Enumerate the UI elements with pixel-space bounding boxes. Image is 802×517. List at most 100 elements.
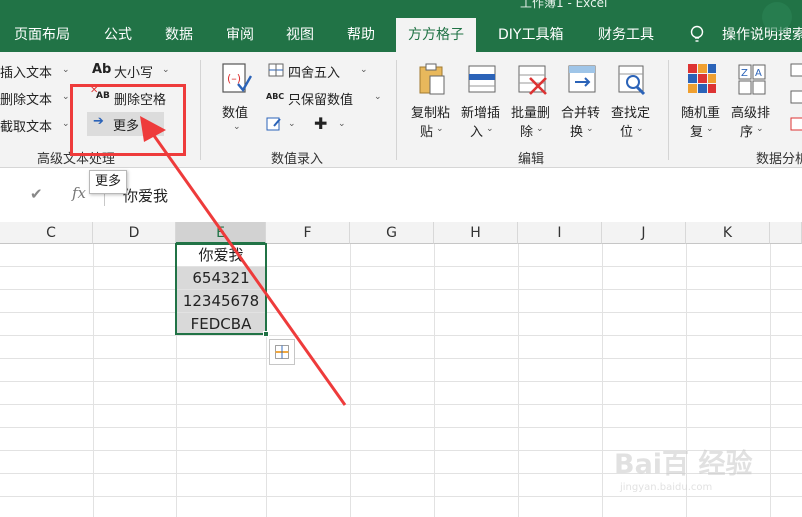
merge-convert-icon — [568, 65, 596, 93]
chevron-down-icon: ⌄ — [288, 119, 296, 129]
chevron-down-icon: ⌄ — [360, 65, 368, 75]
keep-values-icon: ABC — [266, 92, 285, 101]
group-label-data: 数据分析 — [756, 152, 802, 167]
annotation-highlight-box — [70, 84, 186, 156]
insert-text-button[interactable]: 插入文本 — [0, 62, 52, 81]
round-button[interactable]: 四舍五入 — [288, 62, 340, 81]
column-header[interactable]: G — [350, 222, 434, 244]
random-repeat-button-line2: 复 — [690, 125, 704, 140]
column-header[interactable] — [770, 222, 802, 244]
column-header[interactable]: K — [686, 222, 770, 244]
chevron-down-icon: ⌄ — [536, 124, 544, 134]
find-locate-icon — [618, 65, 646, 96]
lightbulb-icon — [690, 25, 704, 42]
chevron-down-icon: ⌄ — [233, 122, 241, 132]
plus-icon[interactable]: ✚ — [314, 114, 327, 133]
case-icon: Ab — [92, 62, 112, 77]
chevron-down-icon: ⌄ — [162, 65, 170, 75]
tab-page-layout[interactable]: 页面布局 — [14, 18, 70, 52]
window-title: 工作簿1 - Excel — [520, 0, 608, 10]
group-label-number: 数值录入 — [271, 152, 324, 167]
extract-text-button[interactable]: 截取文本 — [0, 116, 52, 135]
case-button[interactable]: 大小写 — [114, 62, 153, 81]
keep-values-button[interactable]: 只保留数值 — [288, 89, 353, 108]
tab-review[interactable]: 审阅 — [226, 18, 254, 52]
column-header[interactable]: F — [266, 222, 350, 244]
selection-border — [175, 243, 267, 335]
svg-text:A: A — [755, 68, 762, 79]
batch-delete-icon — [518, 65, 547, 95]
logo-icon — [762, 2, 792, 32]
grid-line — [0, 358, 802, 359]
grid-line — [0, 427, 802, 428]
chevron-down-icon: ⌄ — [338, 119, 346, 129]
find-locate-button[interactable]: 查找定 — [611, 102, 650, 121]
new-insert-icon — [468, 65, 496, 93]
quick-analysis-icon[interactable] — [269, 339, 295, 365]
ribbon-tab-bar: 工作簿1 - Excel 页面布局 公式 数据 审阅 视图 帮助 方方格子 DI… — [0, 0, 802, 52]
checkmark-icon[interactable]: ✔ — [30, 185, 43, 203]
chevron-down-icon: ⌄ — [62, 92, 70, 102]
table-icon[interactable] — [790, 62, 802, 78]
merge-convert-button[interactable]: 合并转 — [561, 102, 600, 121]
advanced-sort-button[interactable]: 高级排 — [731, 102, 770, 121]
column-header[interactable]: C — [10, 222, 93, 244]
grid-line — [0, 312, 802, 313]
tab-data[interactable]: 数据 — [165, 18, 193, 52]
copy-paste-button-line2: 贴 — [420, 125, 434, 140]
value-button[interactable]: 数值 — [222, 102, 248, 121]
copy-paste-button[interactable]: 复制粘 — [411, 102, 450, 121]
chevron-down-icon: ⌄ — [62, 65, 70, 75]
group-divider — [668, 60, 669, 160]
column-header-selected[interactable]: E — [176, 222, 266, 244]
delete-text-button[interactable]: 删除文本 — [0, 89, 52, 108]
table-icon[interactable] — [790, 89, 802, 105]
sort-icon: Z A — [738, 64, 766, 95]
column-header[interactable]: J — [602, 222, 686, 244]
new-insert-button[interactable]: 新增插 — [461, 102, 500, 121]
svg-text:(–): (–) — [227, 72, 241, 85]
fill-handle[interactable] — [263, 331, 269, 337]
tab-diy-toolbox[interactable]: DIY工具箱 — [498, 18, 563, 52]
tooltip: 更多 — [89, 170, 127, 194]
group-divider — [200, 60, 201, 160]
tab-help[interactable]: 帮助 — [347, 18, 375, 52]
tab-formulas[interactable]: 公式 — [104, 18, 132, 52]
chevron-down-icon: ⌄ — [586, 124, 594, 134]
random-repeat-button[interactable]: 随机重 — [681, 102, 720, 121]
find-locate-button-line2: 位 — [620, 125, 634, 140]
group-label-edit: 编辑 — [518, 152, 545, 167]
chevron-down-icon: ⌄ — [486, 124, 494, 134]
tab-finance-tools[interactable]: 财务工具 — [598, 18, 654, 52]
edit-cell-icon — [266, 117, 281, 131]
fx-icon[interactable]: fx — [72, 184, 86, 202]
tab-fangfang[interactable]: 方方格子 — [396, 18, 476, 52]
grid-line — [0, 335, 802, 336]
chevron-down-icon: ⌄ — [62, 119, 70, 129]
chevron-down-icon: ⌄ — [436, 124, 444, 134]
group-divider — [396, 60, 397, 160]
svg-text:Z: Z — [741, 68, 748, 79]
column-header[interactable]: I — [518, 222, 602, 244]
formula-input[interactable]: 你爱我 — [123, 185, 168, 206]
new-insert-button-line2: 入 — [470, 125, 484, 140]
batch-delete-button[interactable]: 批量删 — [511, 102, 550, 121]
table-icon[interactable] — [790, 116, 802, 132]
grid-line — [0, 289, 802, 290]
watermark-url: jingyan.baidu.com — [620, 482, 713, 493]
grid-line — [0, 404, 802, 405]
baidu-watermark: Bai百 经验 jingyan.baidu.com — [614, 430, 764, 500]
column-header[interactable]: D — [93, 222, 176, 244]
row-header-corner — [0, 222, 10, 244]
grid-line — [0, 381, 802, 382]
value-icon: (–) — [222, 63, 252, 93]
merge-convert-button-line2: 换 — [570, 125, 584, 140]
tab-view[interactable]: 视图 — [286, 18, 314, 52]
round-icon — [268, 63, 284, 77]
copy-paste-icon — [419, 63, 445, 95]
batch-delete-button-line2: 除 — [520, 125, 534, 140]
column-header[interactable]: H — [434, 222, 518, 244]
chevron-down-icon: ⌄ — [756, 124, 764, 134]
grid-line — [0, 266, 802, 267]
watermark-text: Bai百 经验 — [614, 449, 753, 480]
